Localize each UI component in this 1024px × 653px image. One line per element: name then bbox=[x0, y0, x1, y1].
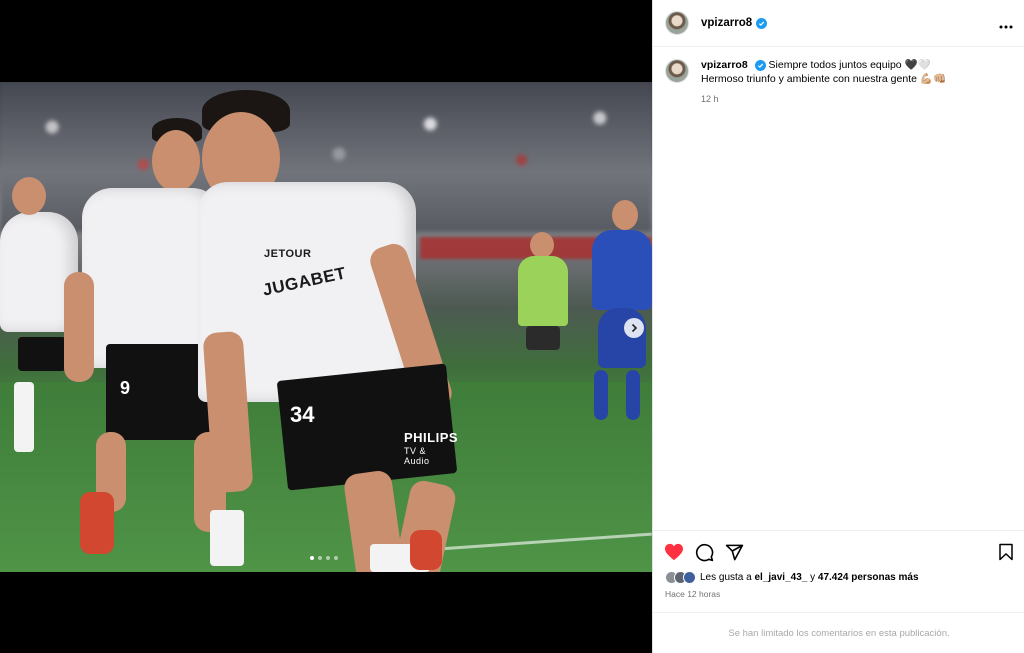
carousel-dot bbox=[318, 556, 322, 560]
likes-prefix: Les gusta a bbox=[700, 572, 752, 583]
carousel-dot-active bbox=[310, 556, 314, 560]
liker-avatar bbox=[683, 571, 696, 584]
heart-filled-icon bbox=[665, 543, 683, 561]
carousel-indicator bbox=[310, 556, 338, 560]
post-timestamp[interactable]: Hace 12 horas bbox=[665, 589, 720, 599]
teammate-number: 9 bbox=[120, 378, 131, 398]
caption-username[interactable]: vpizarro8 bbox=[701, 59, 748, 71]
comments-limited-notice: Se han limitado los comentarios en esta … bbox=[653, 612, 1024, 653]
more-horizontal-icon bbox=[999, 25, 1013, 29]
likes-others[interactable]: 47.424 personas más bbox=[818, 572, 919, 583]
save-button[interactable] bbox=[995, 541, 1017, 563]
shorts-sponsor-sub: TV & Audio bbox=[404, 446, 430, 466]
more-options-button[interactable] bbox=[999, 16, 1013, 32]
shorts-sponsor: PHILIPS bbox=[404, 430, 459, 445]
post-media: 9 JETOUR JUGABET 34 PHILIPS TV & Audio bbox=[0, 0, 652, 653]
avatar[interactable] bbox=[665, 11, 689, 35]
post-photo[interactable]: 9 JETOUR JUGABET 34 PHILIPS TV & Audio bbox=[0, 82, 652, 572]
caption-age[interactable]: 12 h bbox=[701, 92, 946, 106]
chevron-right-icon bbox=[631, 323, 638, 333]
player-number: 34 bbox=[290, 402, 315, 427]
carousel-next-button[interactable] bbox=[624, 318, 644, 338]
likes-summary[interactable]: Les gusta a el_javi_43_ y 47.424 persona… bbox=[665, 571, 919, 584]
caption-text-line1: Siempre todos juntos equipo 🖤🤍 bbox=[768, 59, 931, 71]
like-button[interactable] bbox=[663, 541, 685, 563]
post-caption: vpizarro8 Siempre todos juntos equipo 🖤🤍… bbox=[665, 58, 1015, 106]
likes-first-user[interactable]: el_javi_43_ bbox=[755, 572, 808, 583]
action-bar bbox=[653, 530, 1024, 570]
share-paper-plane-icon bbox=[725, 544, 743, 560]
carousel-dot bbox=[334, 556, 338, 560]
bookmark-icon bbox=[999, 543, 1013, 561]
caption-text-line2: Hermoso triunfo y ambiente con nuestra g… bbox=[701, 73, 947, 85]
verified-badge-icon bbox=[756, 17, 768, 29]
post-header: vpizarro8 bbox=[653, 0, 1024, 47]
avatar[interactable] bbox=[665, 59, 689, 83]
jersey-brand: JETOUR bbox=[264, 248, 312, 260]
likes-middle: y bbox=[810, 572, 816, 583]
share-button[interactable] bbox=[723, 541, 745, 563]
carousel-dot bbox=[326, 556, 330, 560]
post-details-panel: vpizarro8 vpizarro8 Siempre todos juntos… bbox=[652, 0, 1024, 653]
username-link[interactable]: vpizarro8 bbox=[701, 17, 752, 29]
comment-button[interactable] bbox=[693, 541, 715, 563]
comment-icon bbox=[695, 543, 713, 561]
verified-badge-icon bbox=[754, 60, 766, 71]
